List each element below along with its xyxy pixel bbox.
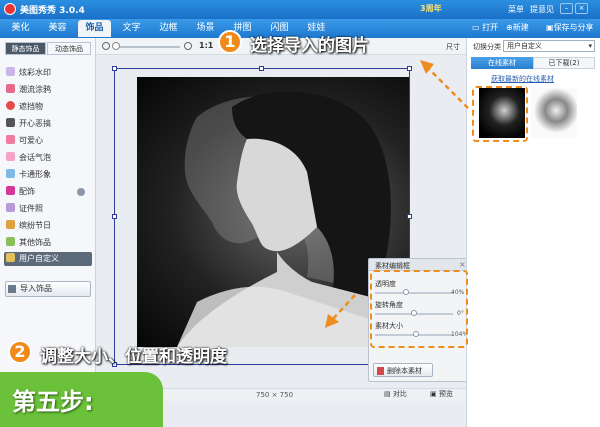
step2-caption: 调整大小、位置和透明度 [40,347,227,367]
step-banner-text: 第五步: [12,388,94,416]
step-banner: 第五步: [0,372,163,427]
step1-caption: 选择导入的图片 [250,36,369,56]
step-number-badge: 2 [8,340,32,364]
step-number-badge: 1 [218,30,242,54]
